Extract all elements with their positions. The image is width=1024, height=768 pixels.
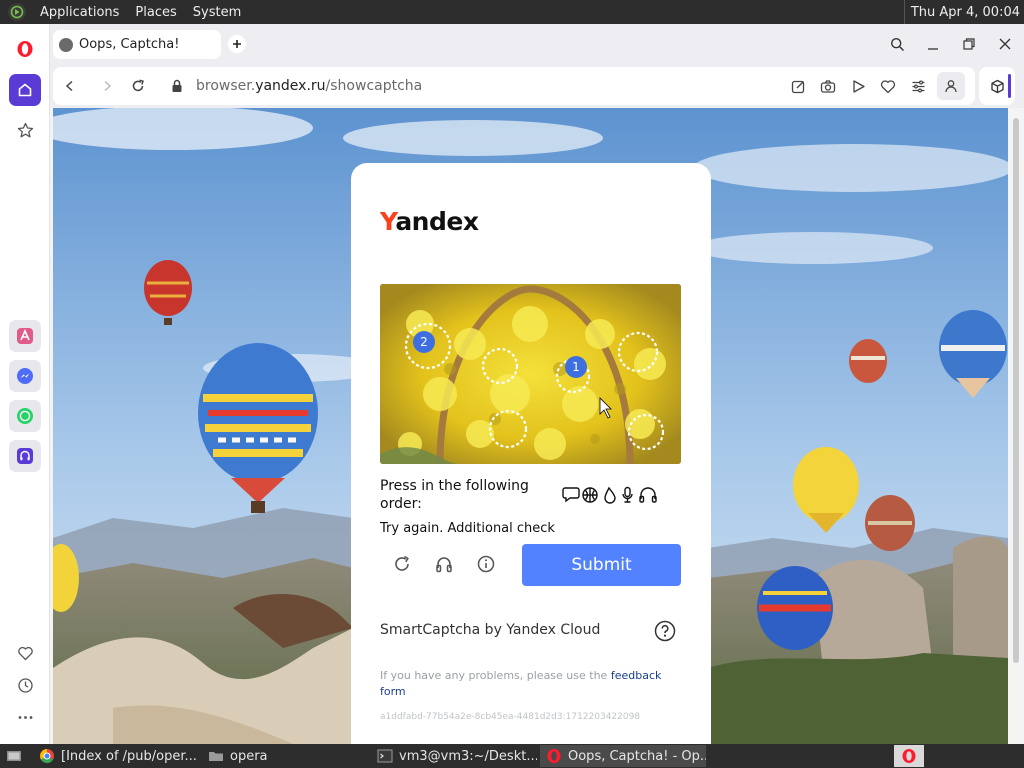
browser-sidebar [0, 24, 50, 744]
snapshot-camera-icon[interactable] [819, 77, 837, 95]
menu-places[interactable]: Places [127, 5, 184, 20]
taskbar: [Index of /pub/oper... opera vm3@vm3:~/D… [0, 744, 1024, 768]
send-flow-icon[interactable] [849, 77, 867, 95]
yandex-logo-rest: andex [395, 207, 479, 236]
taskbar-folder-window[interactable]: opera [202, 745, 368, 767]
clock[interactable]: Thu Apr 4, 00:04 [905, 5, 1024, 20]
drop-icon [604, 486, 616, 504]
taskbar-item-label: opera [230, 748, 268, 764]
show-desktop-icon[interactable] [0, 745, 30, 767]
new-tab-plus-icon[interactable] [228, 35, 246, 53]
history-clock-icon[interactable] [9, 669, 41, 701]
taskbar-terminal-window[interactable]: vm3@vm3:~/Deskt... [371, 745, 537, 767]
opera-icon [547, 749, 561, 763]
back-arrow-icon[interactable] [61, 77, 79, 95]
whatsapp-icon[interactable] [9, 400, 41, 432]
menu-applications[interactable]: Applications [32, 5, 127, 20]
sidebar-accent-bar [1008, 74, 1011, 98]
reload-icon[interactable] [129, 77, 147, 95]
taskbar-item-label: Oops, Captcha! - Op... [568, 748, 706, 764]
microphone-icon [622, 486, 633, 503]
search-tabs-icon[interactable] [887, 34, 907, 54]
close-window-icon[interactable] [995, 34, 1015, 54]
refresh-icon[interactable] [391, 553, 413, 575]
smartcaptcha-brand: SmartCaptcha by Yandex Cloud [380, 622, 601, 638]
url-text[interactable]: browser.yandex.ru/showcaptcha [196, 78, 422, 94]
minimize-icon[interactable] [923, 34, 943, 54]
tab-title: Oops, Captcha! [79, 37, 180, 52]
submit-button[interactable]: Submit [522, 544, 681, 586]
url-domain: yandex.ru [255, 78, 326, 94]
address-bar[interactable]: browser.yandex.ru/showcaptcha [53, 67, 975, 105]
page-viewport: Yandex 2 1 Press in the following order:… [53, 108, 1008, 744]
messenger-icon[interactable] [9, 360, 41, 392]
tab-oops-captcha[interactable]: Oops, Captcha! [53, 30, 221, 59]
bookmark-heart-icon[interactable] [879, 77, 897, 95]
scrollbar-thumb[interactable] [1013, 118, 1019, 663]
taskbar-item-label: [Index of /pub/oper... [61, 748, 197, 764]
extensions-cube-icon[interactable] [979, 67, 1015, 105]
info-icon[interactable] [475, 553, 497, 575]
captcha-instruction: Press in the following order: [380, 478, 529, 512]
captcha-image[interactable]: 2 1 [380, 284, 681, 464]
favorites-heart-icon[interactable] [9, 637, 41, 669]
yandex-logo-y: Y [380, 207, 396, 236]
image-marker-1: 1 [572, 360, 580, 374]
folder-icon [209, 752, 223, 761]
globe-icon [582, 487, 598, 503]
workspace-switcher-opera-icon[interactable] [894, 745, 924, 767]
audio-headphones-icon[interactable] [433, 553, 455, 575]
headphones-icon [639, 487, 657, 503]
feedback-text: If you have any problems, please use the [380, 669, 611, 682]
taskbar-item-label: vm3@vm3:~/Deskt... [399, 748, 537, 764]
speech-bubble-icon [562, 487, 580, 503]
aria-ai-icon[interactable] [9, 320, 41, 352]
easy-setup-icon[interactable] [909, 77, 927, 95]
music-player-icon[interactable] [9, 440, 41, 472]
taskbar-opera-window[interactable]: Oops, Captcha! - Op... [540, 745, 706, 767]
icon-sequence [562, 486, 657, 504]
page-scrollbar[interactable] [1008, 108, 1024, 744]
menu-system[interactable]: System [185, 5, 249, 20]
opera-menu-icon[interactable] [9, 33, 41, 65]
address-row: browser.yandex.ru/showcaptcha [50, 64, 1024, 108]
restore-window-icon[interactable] [959, 34, 979, 54]
more-options-icon[interactable] [9, 701, 41, 733]
image-marker-2: 2 [420, 335, 428, 349]
bookmarks-star-icon[interactable] [9, 114, 41, 146]
help-question-icon[interactable] [654, 620, 676, 642]
system-top-bar: Applications Places System Thu Apr 4, 00… [0, 0, 1024, 24]
yandex-logo: Yandex [380, 207, 479, 236]
profile-avatar-icon[interactable] [937, 72, 965, 100]
terminal-icon [377, 749, 393, 763]
globe-favicon-icon [59, 37, 73, 52]
system-logo-icon[interactable] [8, 3, 26, 21]
url-prefix: browser. [196, 78, 256, 94]
forward-arrow-icon[interactable] [98, 77, 116, 95]
captcha-id: a1ddfabd-77b54a2e-8cb45ea-4481d2d3:17122… [380, 712, 641, 722]
home-icon[interactable] [9, 74, 41, 106]
edit-page-icon[interactable] [789, 77, 807, 95]
url-path: /showcaptcha [325, 78, 423, 94]
tab-strip: Oops, Captcha! [50, 24, 1024, 64]
captcha-card: Yandex 2 1 Press in the following order:… [351, 163, 711, 744]
retry-message: Try again. Additional check [380, 521, 555, 536]
feedback-note: If you have any problems, please use the… [380, 668, 670, 700]
taskbar-chrome-window[interactable]: [Index of /pub/oper... [33, 745, 199, 767]
browser-window: Oops, Captcha! browser.yandex.ru/showcap… [0, 24, 1024, 744]
chrome-icon [40, 749, 54, 763]
lock-icon[interactable] [168, 77, 186, 95]
